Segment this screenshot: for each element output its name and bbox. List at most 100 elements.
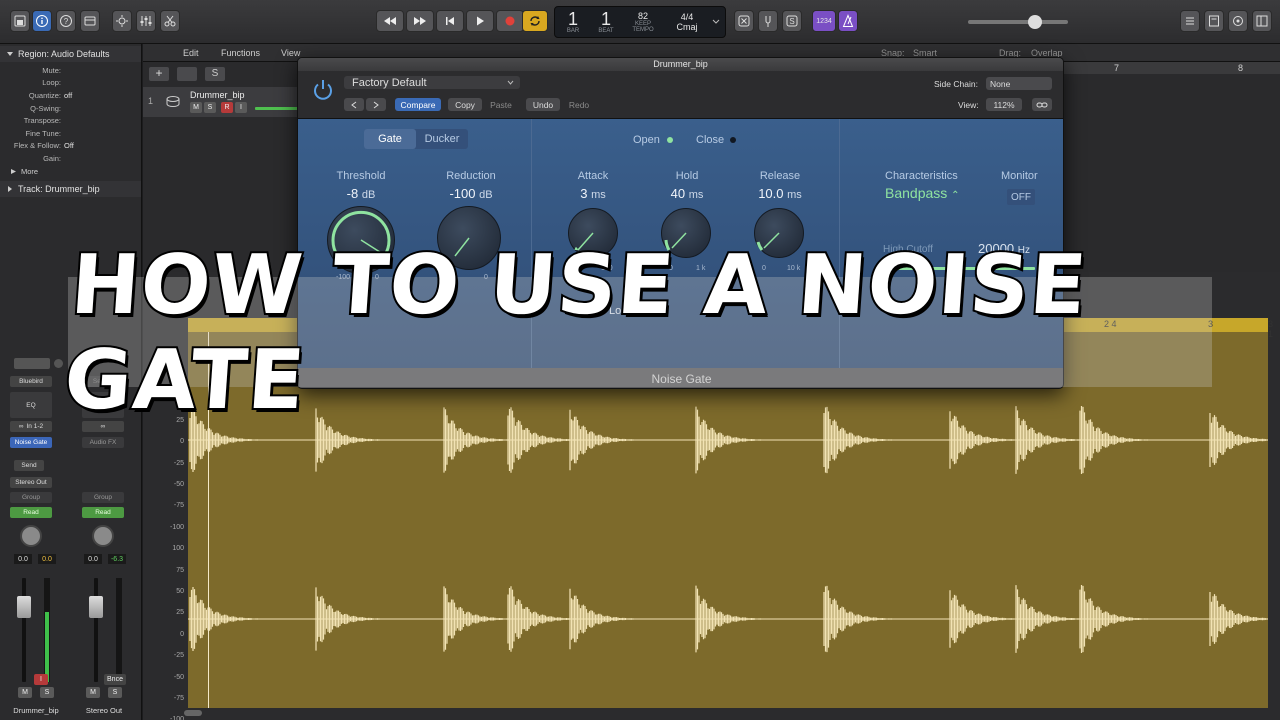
chevron-down-icon: [507, 80, 514, 85]
solo-button[interactable]: S: [40, 687, 54, 698]
region-param-row[interactable]: Quantize: off: [0, 89, 141, 102]
eq-slot[interactable]: EQ: [10, 392, 52, 418]
volume-fader-track[interactable]: [94, 578, 98, 682]
track-mute-button[interactable]: M: [190, 102, 202, 113]
metronome-button[interactable]: [838, 10, 858, 32]
record-button[interactable]: [496, 10, 524, 32]
setting-slot[interactable]: Bluebird: [10, 376, 52, 387]
undo-button[interactable]: Undo: [526, 98, 560, 111]
global-solo-button[interactable]: S: [205, 67, 225, 81]
ducker-mode-button[interactable]: Ducker: [416, 129, 468, 149]
region-param-row[interactable]: Mute:: [0, 64, 141, 77]
browsers-button[interactable]: [1252, 10, 1272, 32]
paste-button[interactable]: Paste: [484, 98, 518, 111]
volume-fader-track[interactable]: [22, 578, 26, 682]
rewind-button[interactable]: [376, 10, 404, 32]
attack-value[interactable]: 3 ms: [548, 186, 638, 201]
preset-menu[interactable]: Factory Default: [344, 76, 520, 89]
region-param-value[interactable]: off: [64, 91, 141, 100]
solo-button[interactable]: S: [782, 10, 802, 32]
view-size-menu[interactable]: 112%: [986, 98, 1022, 111]
library-button[interactable]: [10, 10, 30, 32]
track-header-drummer[interactable]: 1 Drummer_bip M S R I: [143, 87, 313, 117]
redo-button[interactable]: Redo: [562, 98, 596, 111]
record-arm-button[interactable]: I: [34, 674, 48, 685]
duplicate-track-button[interactable]: [177, 67, 197, 81]
bar-ruler[interactable]: 7 8: [1062, 62, 1280, 74]
region-param-row[interactable]: Q-Swing:: [0, 102, 141, 115]
count-in-button[interactable]: 1234: [812, 10, 836, 32]
editors-button[interactable]: [160, 10, 180, 32]
track-record-button[interactable]: R: [221, 102, 233, 113]
pan-knob[interactable]: [92, 525, 114, 547]
power-icon[interactable]: [310, 77, 336, 103]
play-button[interactable]: [466, 10, 494, 32]
input-monitor-button[interactable]: [14, 358, 50, 369]
automation-slot[interactable]: Read: [82, 507, 124, 518]
reduction-value[interactable]: -100 dB: [426, 186, 516, 201]
functions-menu[interactable]: Functions: [221, 48, 260, 58]
view-menu[interactable]: View: [281, 48, 300, 58]
track-input-monitor-button[interactable]: I: [235, 102, 247, 113]
notepad-button[interactable]: [1204, 10, 1224, 32]
region-param-row[interactable]: Gain:: [0, 152, 141, 165]
mixer-button[interactable]: [136, 10, 156, 32]
characteristics-menu[interactable]: Bandpass ⌃: [885, 185, 960, 201]
quick-help-button[interactable]: ?: [56, 10, 76, 32]
automation-slot[interactable]: Read: [10, 507, 52, 518]
audio-fx-slot[interactable]: Audio FX: [82, 437, 124, 448]
hold-value[interactable]: 40 ms: [642, 186, 732, 201]
side-chain-menu[interactable]: None: [986, 77, 1052, 90]
compare-button[interactable]: Compare: [395, 98, 441, 111]
master-volume-slider[interactable]: [968, 15, 1068, 29]
region-param-row[interactable]: Flex & Follow: Off: [0, 140, 141, 153]
replace-button[interactable]: [734, 10, 754, 32]
inspector-button[interactable]: [32, 10, 52, 32]
region-param-value[interactable]: Off: [64, 141, 141, 150]
mute-button[interactable]: M: [18, 687, 32, 698]
plugin-title-bar[interactable]: Drummer_bip: [298, 58, 1063, 71]
track-solo-button[interactable]: S: [204, 102, 216, 113]
region-param-row[interactable]: Transpose:: [0, 114, 141, 127]
monitor-toggle[interactable]: OFF: [1007, 189, 1035, 205]
output-slot[interactable]: Stereo Out: [10, 477, 52, 488]
threshold-value[interactable]: -8 dB: [316, 186, 406, 201]
track-inspector-header[interactable]: Track: Drummer_bip: [0, 181, 141, 198]
send-slot[interactable]: Send: [14, 460, 44, 471]
region-inspector-header[interactable]: Region: Audio Defaults: [0, 46, 141, 62]
horizontal-scrollbar[interactable]: [184, 710, 202, 716]
copy-button[interactable]: Copy: [448, 98, 482, 111]
tuner-button[interactable]: [758, 10, 778, 32]
region-param-row[interactable]: Loop:: [0, 77, 141, 90]
volume-fader-cap[interactable]: [89, 596, 103, 618]
audio-fx-slot-noise-gate[interactable]: Noise Gate: [10, 437, 52, 448]
record-enable-dot[interactable]: [54, 359, 63, 368]
group-slot[interactable]: Group: [82, 492, 124, 503]
solo-button[interactable]: S: [108, 687, 122, 698]
list-editors-button[interactable]: [1180, 10, 1200, 32]
master-volume-thumb[interactable]: [1028, 15, 1042, 29]
mute-button[interactable]: M: [86, 687, 100, 698]
smart-controls-button[interactable]: [112, 10, 132, 32]
next-preset-button[interactable]: [366, 98, 386, 111]
volume-fader-cap[interactable]: [17, 596, 31, 618]
gate-mode-button[interactable]: Gate: [364, 129, 416, 149]
pan-knob[interactable]: [20, 525, 42, 547]
lcd-display[interactable]: 1 BAR 1 BEAT 82 KEEP TEMPO 4/4 Cmaj: [554, 6, 726, 38]
cycle-button[interactable]: [522, 10, 548, 32]
bounce-button[interactable]: Bnce: [104, 674, 126, 685]
toolbar-button[interactable]: [80, 10, 100, 32]
loop-browser-button[interactable]: [1228, 10, 1248, 32]
region-param-row[interactable]: Fine Tune:: [0, 127, 141, 140]
release-value[interactable]: 10.0 ms: [735, 186, 825, 201]
link-button[interactable]: [1032, 98, 1052, 111]
more-disclosure[interactable]: More: [0, 165, 141, 178]
add-track-button[interactable]: +: [149, 67, 169, 81]
forward-button[interactable]: [406, 10, 434, 32]
previous-preset-button[interactable]: [344, 98, 364, 111]
lcd-menu[interactable]: [709, 7, 723, 37]
edit-menu[interactable]: Edit: [183, 48, 199, 58]
input-slot[interactable]: ∞ In 1-2: [10, 421, 52, 432]
group-slot[interactable]: Group: [10, 492, 52, 503]
go-to-beginning-button[interactable]: [436, 10, 464, 32]
